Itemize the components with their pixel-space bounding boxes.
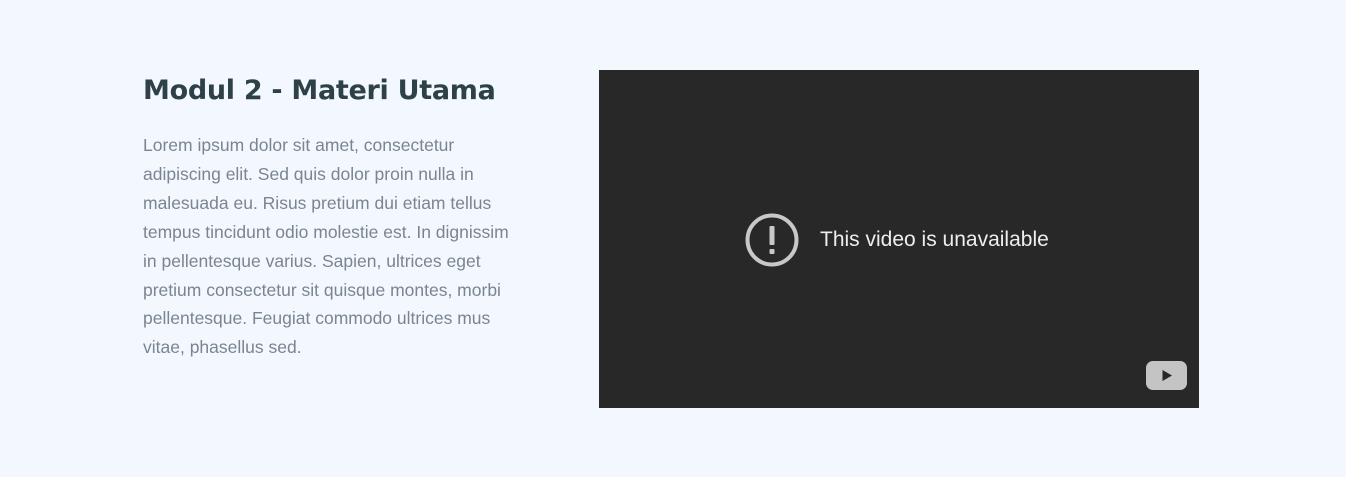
alert-circle-icon	[745, 213, 799, 267]
youtube-logo-icon[interactable]	[1146, 361, 1187, 390]
module-description: Lorem ipsum dolor sit amet, consectetur …	[143, 135, 509, 358]
module-title: Modul 2 - Materi Utama	[143, 75, 496, 106]
module-section: Modul 2 - Materi Utama Lorem ipsum dolor…	[0, 0, 1346, 477]
video-unavailable-message: This video is unavailable	[745, 213, 1049, 267]
video-player[interactable]: This video is unavailable	[599, 70, 1199, 408]
video-unavailable-text: This video is unavailable	[820, 228, 1049, 251]
